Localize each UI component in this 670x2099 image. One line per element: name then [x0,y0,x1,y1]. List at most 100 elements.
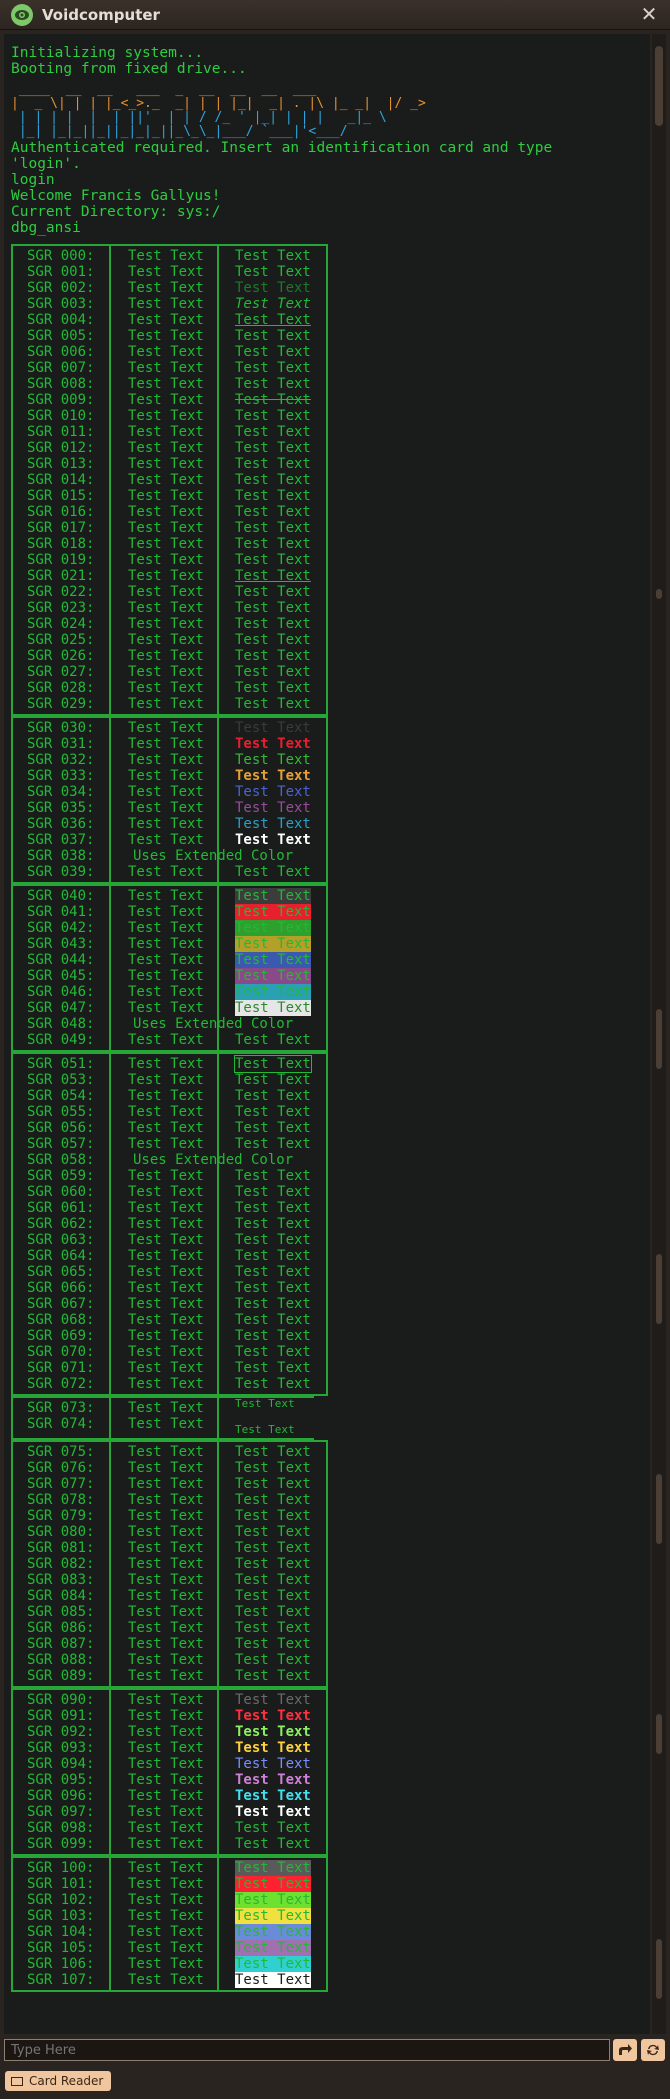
card-icon [11,2076,23,2086]
sample-text-styled: Test Text [235,552,311,568]
sample-text-styled: Test Text [235,1072,311,1088]
sample-text-styled: Test Text [235,248,311,264]
sgr-code-label: SGR 027: [27,664,95,680]
sgr-code-label: SGR 021: [27,568,95,584]
close-button[interactable]: ✕ [638,3,660,25]
sample-text-plain: Test Text [128,680,204,696]
sgr-code-label: SGR 022: [27,584,95,600]
sgr-row: SGR 066: Test Text Test Text [11,1280,331,1296]
sample-text-plain: Test Text [128,1184,204,1200]
sgr-code-label: SGR 082: [27,1556,95,1572]
sample-text-plain: Test Text [128,1604,204,1620]
sgr-code-label: SGR 039: [27,864,95,880]
sgr-row: SGR 085: Test Text Test Text [11,1604,331,1620]
sgr-code-label: SGR 002: [27,280,95,296]
eye-logo-icon [11,3,33,26]
sgr-code-label: SGR 014: [27,472,95,488]
sample-text-styled: Test Text [235,600,311,616]
sample-text-styled: Test Text [235,1972,311,1988]
sgr-row: SGR 088: Test Text Test Text [11,1652,331,1668]
sample-text-styled: Test Text [235,832,311,848]
sgr-row: SGR 051: Test Text Test Text [11,1055,331,1073]
sample-text-styled: Test Text [235,752,311,768]
sgr-code-label: SGR 097: [27,1804,95,1820]
sgr-code-label: SGR 059: [27,1168,95,1184]
sample-text-styled: Test Text [234,1055,312,1073]
sample-text-plain: Test Text [128,1344,204,1360]
sample-text-plain: Test Text [128,1588,204,1604]
send-button[interactable] [613,2039,637,2061]
sgr-code-label: SGR 018: [27,536,95,552]
sgr-code-label: SGR 033: [27,768,95,784]
sgr-row: SGR 097: Test Text Test Text [11,1804,331,1820]
sample-text-plain: Test Text [128,408,204,424]
sample-text-styled: Test Text [235,440,311,456]
sample-text-styled: Test Text [235,1956,311,1972]
sample-text-plain: Test Text [128,504,204,520]
sgr-row: SGR 007: Test Text Test Text [11,360,331,376]
sample-text-plain: Test Text [128,920,204,936]
card-reader-button[interactable]: Card Reader [5,2071,112,2091]
sample-text-styled: Test Text [235,280,311,296]
sample-text-plain: Test Text [128,1972,204,1988]
sample-text-styled: Test Text [235,1136,311,1152]
sgr-code-label: SGR 029: [27,696,95,712]
sample-text-styled: Test Text [235,1088,311,1104]
sgr-row: SGR 096: Test Text Test Text [11,1788,331,1804]
sgr-row: SGR 018: Test Text Test Text [11,536,331,552]
sgr-code-label: SGR 036: [27,816,95,832]
sgr-code-label: SGR 063: [27,1232,95,1248]
sample-text-styled: Test Text [235,680,311,696]
sample-text-plain: Test Text [128,1120,204,1136]
sgr-code-label: SGR 105: [27,1940,95,1956]
sgr-code-label: SGR 019: [27,552,95,568]
sample-text-styled: Test Text [235,1788,311,1804]
command-input[interactable] [4,2039,610,2061]
sample-text-styled: Test Text [235,1296,311,1312]
sample-text-styled: Test Text [235,1636,311,1652]
sample-text-styled: Test Text [235,1344,311,1360]
sgr-row: SGR 011: Test Text Test Text [11,424,331,440]
sgr-code-label: SGR 090: [27,1692,95,1708]
sgr-code-label: SGR 098: [27,1820,95,1836]
sample-text-plain: Test Text [128,1476,204,1492]
sgr-row: SGR 046: Test Text Test Text [11,984,331,1000]
sample-text-styled: Test Text [235,568,311,584]
sample-text-styled: Test Text [235,1476,311,1492]
sample-text-styled: Test Text [235,1804,311,1820]
sgr-row: SGR 027: Test Text Test Text [11,664,331,680]
sgr-code-label: SGR 073: [27,1400,95,1416]
sample-text-styled: Test Text [235,936,311,952]
sgr-code-label: SGR 048: [27,1016,95,1032]
sgr-row: SGR 022: Test Text Test Text [11,584,331,600]
sgr-code-label: SGR 083: [27,1572,95,1588]
sgr-code-label: SGR 057: [27,1136,95,1152]
sample-text-plain: Test Text [128,968,204,984]
sgr-table: SGR 000: Test Text Test Text SGR 001: Test T… [11,244,331,2034]
scrollbar-thumb[interactable] [655,46,663,126]
sample-text-styled: Test Text [235,1376,311,1392]
sample-text-plain: Test Text [128,344,204,360]
table-border [11,1688,328,1690]
sgr-row: SGR 067: Test Text Test Text [11,1296,331,1312]
sample-text-styled: Test Text [235,968,311,984]
command-line: dbg_ansi [11,220,81,236]
sample-text-styled: Test Text [235,920,311,936]
sample-text-plain: Test Text [128,1556,204,1572]
sgr-code-label: SGR 015: [27,488,95,504]
sgr-row: SGR 092: Test Text Test Text [11,1724,331,1740]
refresh-button[interactable] [641,2039,665,2061]
sgr-code-label: SGR 100: [27,1860,95,1876]
sgr-row: SGR 029: Test Text Test Text [11,696,331,712]
sgr-row: SGR 014: Test Text Test Text [11,472,331,488]
sgr-row: SGR 107: Test Text Test Text [11,1972,331,1988]
scrollbar[interactable] [652,34,666,2034]
sgr-code-label: SGR 034: [27,784,95,800]
sample-text-styled: Test Text [235,800,311,816]
sgr-code-label: SGR 060: [27,1184,95,1200]
sgr-row: SGR 105: Test Text Test Text [11,1940,331,1956]
sgr-code-label: SGR 007: [27,360,95,376]
sgr-row: SGR 040: Test Text Test Text [11,888,331,904]
sample-text-styled: Test Text [235,392,311,408]
command-line: login [11,172,55,188]
